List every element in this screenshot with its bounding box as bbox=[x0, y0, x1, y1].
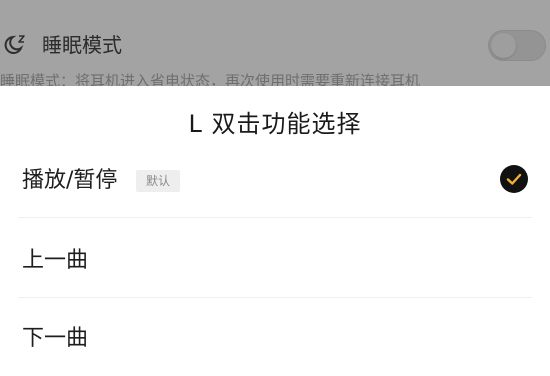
option-next-track[interactable]: 下一曲 bbox=[0, 300, 550, 376]
default-badge: 默认 bbox=[136, 170, 181, 192]
option-previous-track[interactable]: 上一曲 bbox=[0, 222, 550, 298]
option-label: 上一曲 bbox=[22, 248, 89, 273]
option-label: 下一曲 bbox=[22, 326, 89, 351]
option-play-pause[interactable]: 播放/暂停 bbox=[0, 0, 550, 193]
divider bbox=[18, 217, 532, 218]
sheet-title: L 双击功能选择 bbox=[188, 110, 362, 138]
divider bbox=[18, 297, 532, 298]
checkmark-selected-icon bbox=[500, 165, 528, 193]
option-label: 播放/暂停 bbox=[22, 168, 118, 193]
